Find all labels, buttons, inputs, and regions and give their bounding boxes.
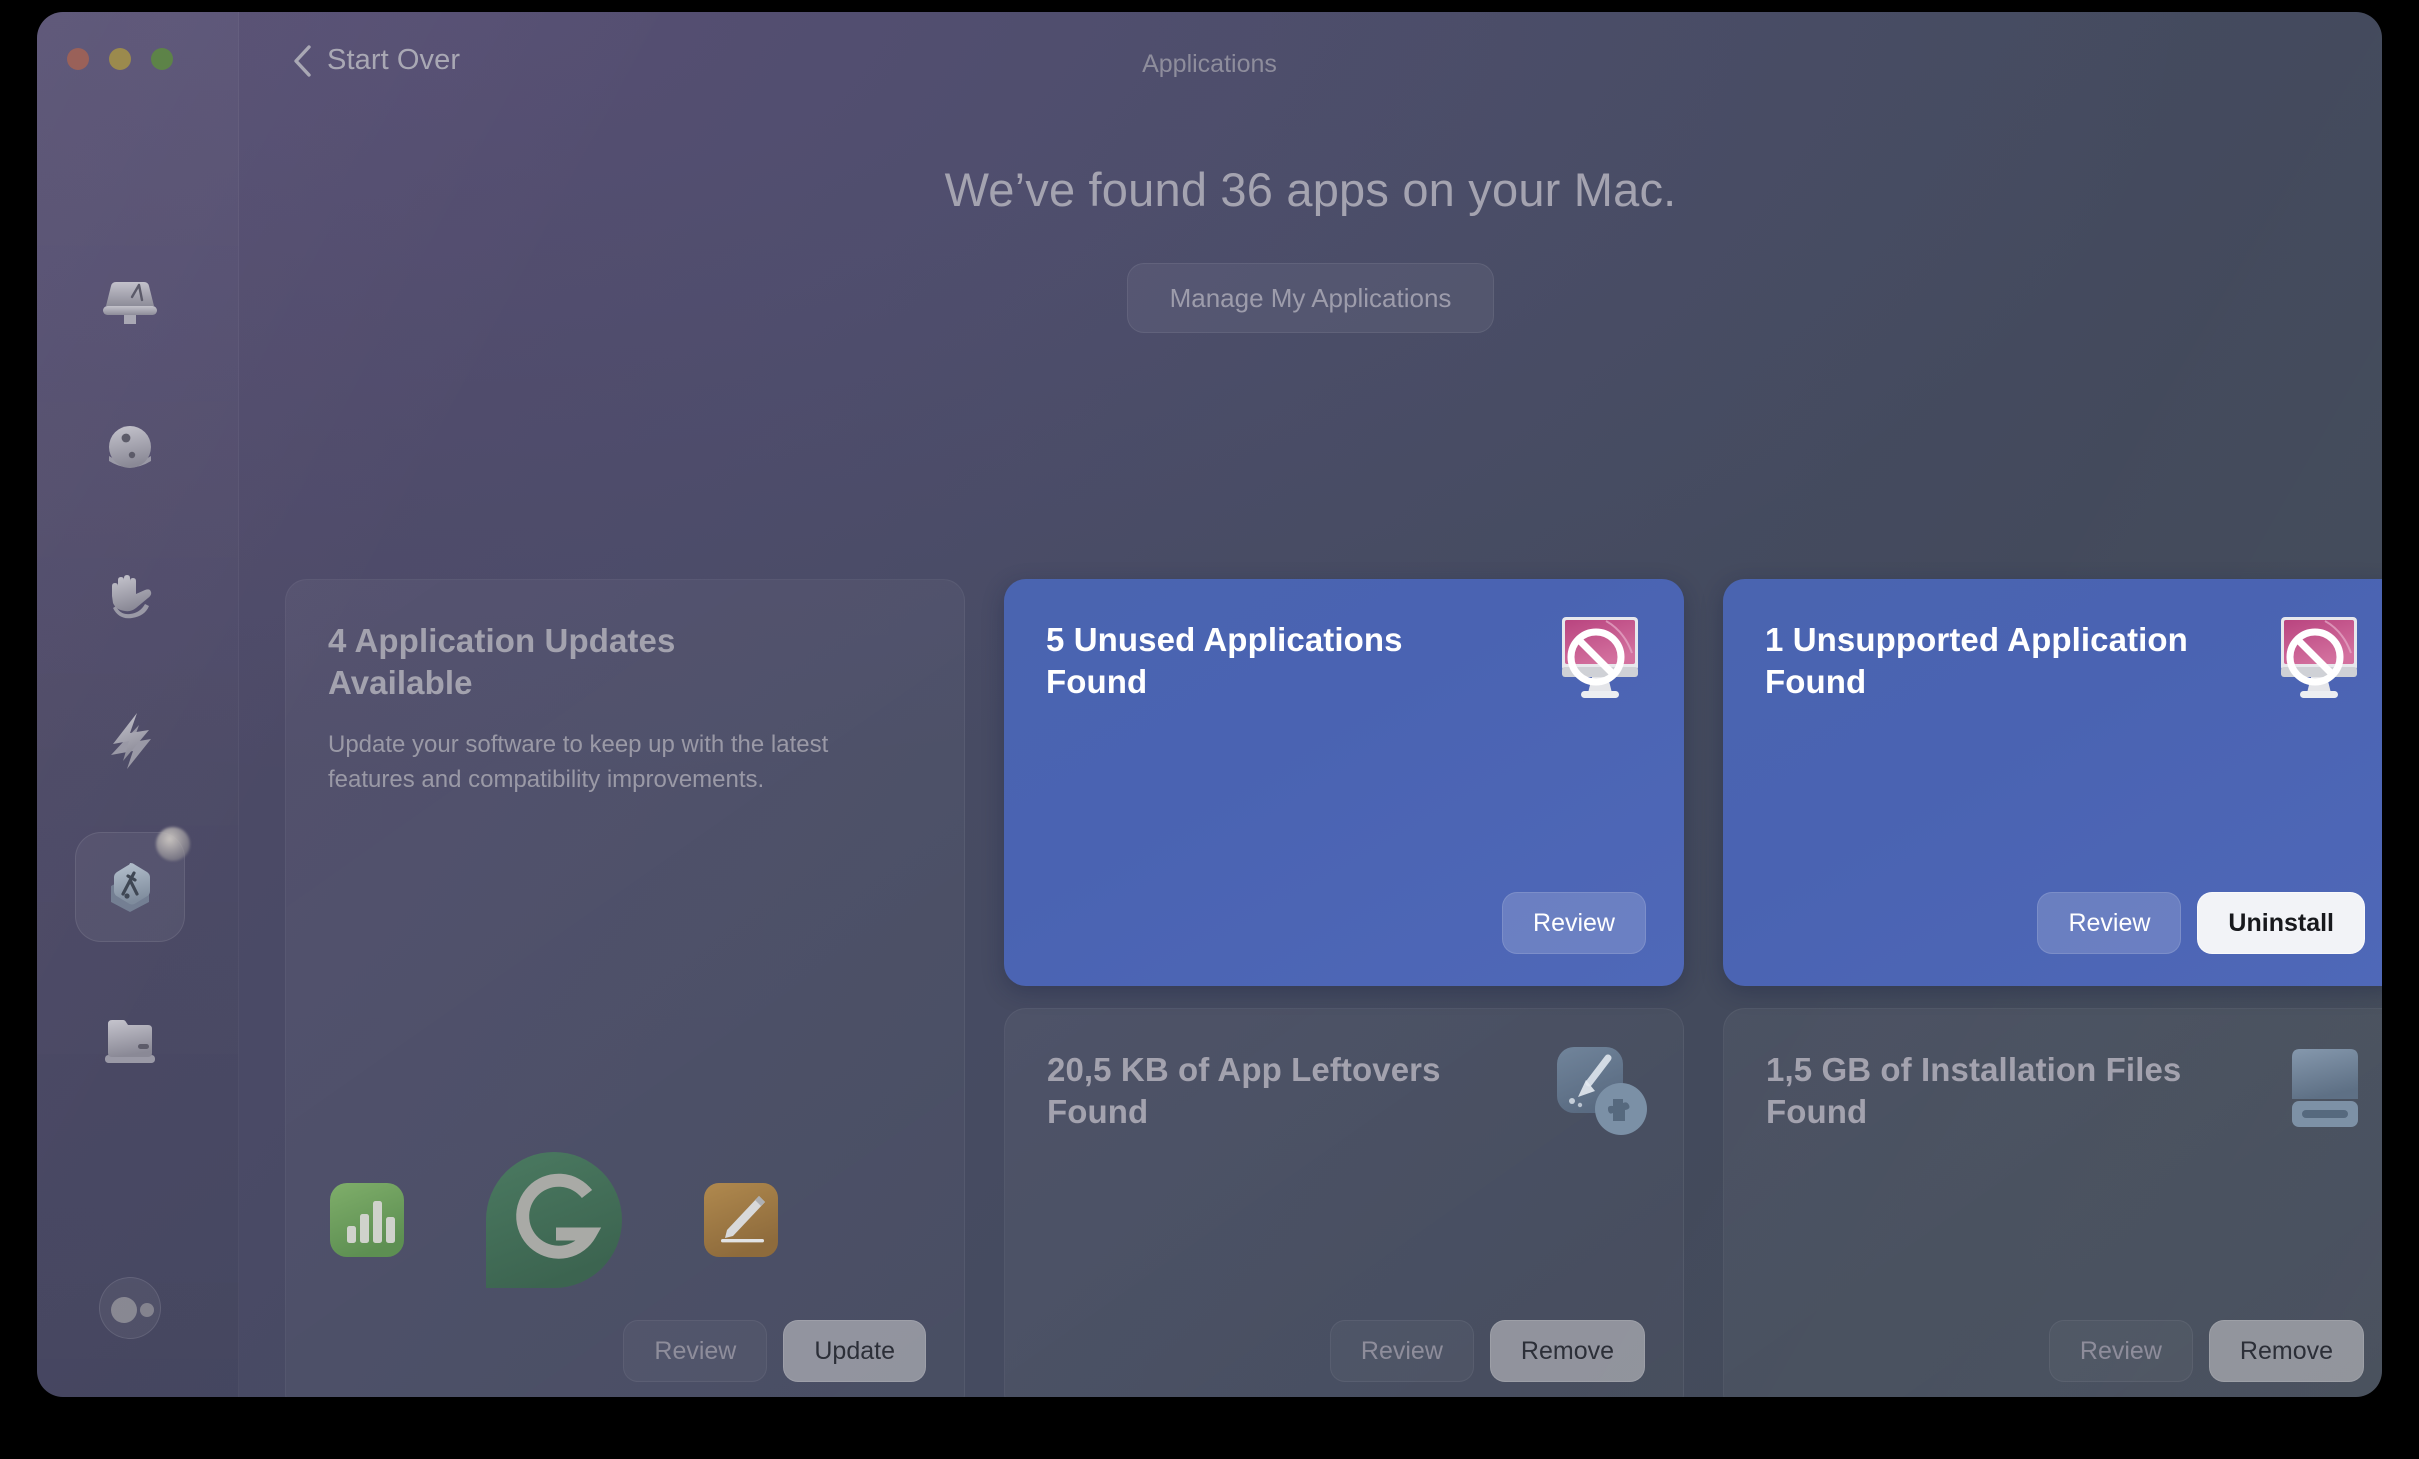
lightning-bolt-icon — [111, 713, 151, 769]
grammarly-app-icon — [486, 1152, 622, 1288]
sidebar-item-applications[interactable] — [75, 827, 190, 942]
card-actions: Review — [1502, 892, 1646, 954]
app-icon-row — [328, 1144, 780, 1296]
card-title: 1 Unsupported Application Found — [1765, 621, 2188, 701]
card-actions: Review Update — [623, 1320, 926, 1382]
assistant-eyes-icon — [111, 1297, 137, 1323]
card-installation-files[interactable]: 1,5 GB of Installation Files Found Revie… — [1723, 1008, 2382, 1397]
card-actions: Review Remove — [2048, 1320, 2364, 1382]
sidebar-item-performance[interactable] — [75, 686, 185, 796]
card-app-leftovers[interactable]: 20,5 KB of App Leftovers Found Review Re… — [1004, 1008, 1684, 1397]
sidebar-item-my-clutter[interactable] — [75, 987, 185, 1097]
sphere-icon — [109, 426, 151, 468]
card-title: 1,5 GB of Installation Files Found — [1766, 1051, 2182, 1131]
review-button[interactable]: Review — [1502, 892, 1646, 954]
notification-badge-dot — [156, 827, 190, 861]
uninstall-button[interactable]: Uninstall — [2197, 892, 2365, 954]
assistant-button[interactable] — [99, 1277, 161, 1339]
app-window: Start Over Applications We’ve found 36 a… — [37, 12, 2382, 1397]
card-title: 20,5 KB of App Leftovers Found — [1047, 1051, 1441, 1131]
assistant-eye-small-icon — [140, 1303, 154, 1317]
page-title: We’ve found 36 apps on your Mac. — [944, 163, 1677, 216]
blocked-imac-icon — [1562, 617, 1638, 698]
hand-icon — [112, 575, 152, 619]
folder-icon — [105, 1020, 155, 1063]
sidebar-item-smart-scan[interactable] — [75, 248, 185, 358]
broom-puzzle-icon — [1557, 1047, 1647, 1135]
blocked-imac-icon — [2281, 617, 2357, 698]
titlebar: Start Over Applications — [37, 12, 2382, 104]
card-title: 5 Unused Applications Found — [1046, 621, 1403, 701]
hero-section: We’ve found 36 apps on your Mac. Manage … — [239, 162, 2382, 333]
scanner-icon — [103, 282, 157, 324]
card-grid: 4 Application Updates Available Update y… — [285, 579, 2382, 1397]
review-button[interactable]: Review — [1329, 1320, 1474, 1382]
sidebar-item-cleanup[interactable] — [75, 394, 185, 504]
numbers-app-icon — [330, 1183, 404, 1257]
card-description: Update your software to keep up with the… — [328, 731, 829, 793]
update-button[interactable]: Update — [783, 1320, 926, 1382]
card-unsupported-application[interactable]: 1 Unsupported Application Found Review U… — [1723, 579, 2382, 986]
remove-button[interactable]: Remove — [1489, 1320, 1645, 1382]
card-actions: Review Remove — [1329, 1320, 1645, 1382]
review-button[interactable]: Review — [623, 1320, 768, 1382]
disk-drive-icon — [2292, 1049, 2358, 1127]
app-hexagon-icon — [111, 863, 150, 912]
pages-app-icon — [704, 1183, 778, 1257]
card-application-updates[interactable]: 4 Application Updates Available Update y… — [285, 579, 965, 1397]
card-unused-applications[interactable]: 5 Unused Applications Found Review — [1004, 579, 1684, 986]
review-button[interactable]: Review — [2048, 1320, 2193, 1382]
window-title: Applications — [1142, 50, 1277, 78]
card-title: 4 Application Updates Available — [328, 622, 676, 702]
sidebar-item-protection[interactable] — [75, 540, 185, 650]
review-button[interactable]: Review — [2037, 892, 2182, 954]
sidebar — [37, 12, 239, 1397]
card-actions: Review Uninstall — [2037, 892, 2365, 954]
manage-my-applications-button[interactable]: Manage My Applications — [1126, 263, 1495, 333]
remove-button[interactable]: Remove — [2208, 1320, 2364, 1382]
